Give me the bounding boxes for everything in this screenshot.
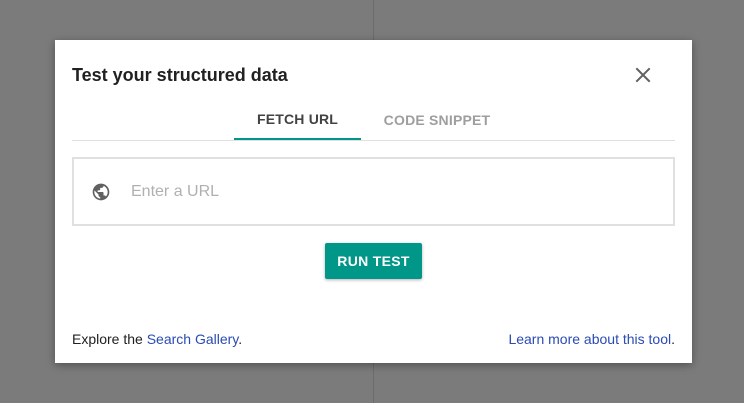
- close-icon: [635, 67, 651, 83]
- tab-fetch-url[interactable]: FETCH URL: [234, 100, 361, 140]
- url-input-box[interactable]: [72, 157, 675, 226]
- learn-more-link[interactable]: Learn more about this tool: [508, 331, 671, 347]
- url-input[interactable]: [129, 181, 653, 202]
- footer-explore-prefix: Explore the: [72, 331, 147, 347]
- run-test-button[interactable]: RUN TEST: [325, 243, 422, 279]
- dialog-title: Test your structured data: [72, 65, 288, 85]
- footer-explore-suffix: .: [238, 331, 243, 347]
- footer-learn-more: Learn more about this tool.: [508, 330, 675, 348]
- close-button[interactable]: [633, 65, 653, 85]
- structured-data-dialog: Test your structured data FETCH URL CODE…: [55, 40, 692, 363]
- globe-icon: [92, 183, 110, 200]
- tab-bar: FETCH URL CODE SNIPPET: [72, 100, 675, 141]
- footer-explore: Explore the Search Gallery.: [72, 330, 242, 348]
- search-gallery-link[interactable]: Search Gallery: [147, 331, 239, 347]
- tab-code-snippet[interactable]: CODE SNIPPET: [377, 100, 497, 140]
- footer-learn-more-suffix: .: [671, 331, 675, 347]
